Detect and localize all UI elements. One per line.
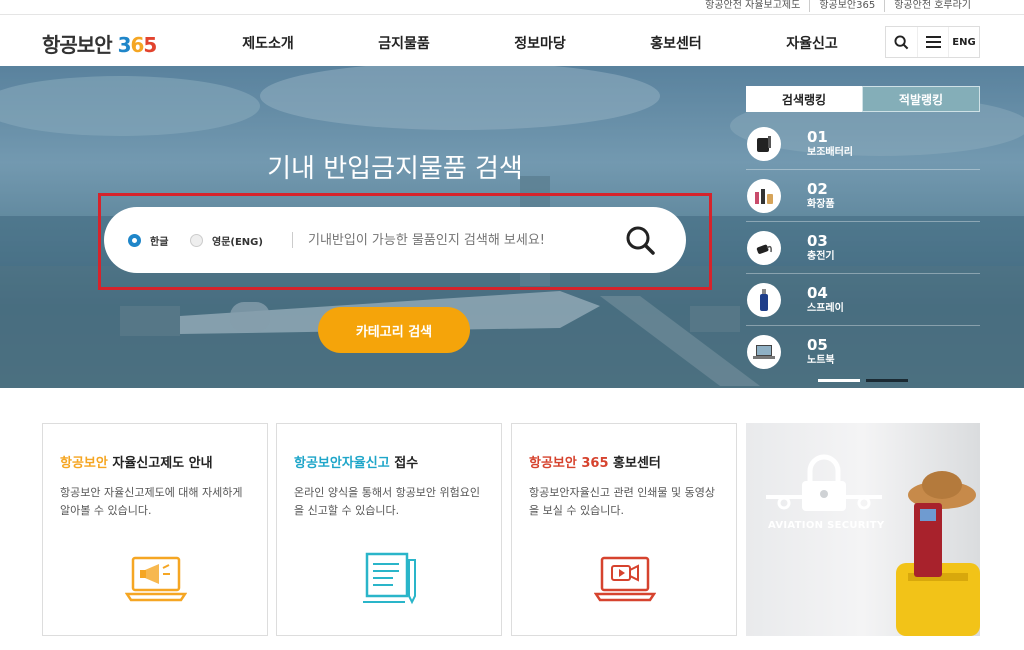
promo-label: AVIATION SECURITY bbox=[768, 520, 885, 531]
card-report-submission[interactable]: 항공보안자율신고 접수 온라인 양식을 통해서 항공보안 위험요인을 신고할 수… bbox=[276, 423, 502, 636]
card-pr-center[interactable]: 항공보안 365 홍보센터 항공보안자율신고 관련 인쇄물 및 동영상을 보실 … bbox=[511, 423, 737, 636]
ranking-tabs: 검색랭킹 적발랭킹 bbox=[746, 86, 980, 112]
nav-info-board[interactable]: 정보마당 bbox=[472, 33, 608, 53]
card-title: 항공보안 365 홍보센터 bbox=[529, 452, 661, 471]
tab-detection-ranking[interactable]: 적발랭킹 bbox=[862, 86, 980, 112]
rank-number: 01 bbox=[807, 127, 828, 146]
nav-self-report[interactable]: 자율신고 bbox=[744, 33, 880, 53]
rank-item-name: 노트북 bbox=[807, 355, 835, 366]
card-description: 항공보안자율신고 관련 인쇄물 및 동영상을 보실 수 있습니다. bbox=[529, 486, 716, 517]
card-description: 항공보안 자율신고제도에 대해 자세하게 알아볼 수 있습니다. bbox=[60, 486, 243, 517]
site-header: 항공보안 365 제도소개 금지물품 정보마당 홍보센터 자율신고 ENG bbox=[0, 14, 1024, 66]
charger-icon bbox=[747, 230, 781, 265]
card-title-rest: 홍보센터 bbox=[608, 456, 661, 471]
search-icon[interactable] bbox=[886, 27, 917, 57]
util-link-security365[interactable]: 항공보안365 bbox=[809, 0, 884, 12]
rank-item-name: 충전기 bbox=[807, 250, 835, 262]
card-title-highlight: 항공보안 bbox=[60, 456, 108, 471]
logo-digit-6: 6 bbox=[130, 33, 145, 57]
card-title-highlight: 항공보안자율신고 bbox=[294, 456, 390, 471]
logo-digit-5: 5 bbox=[143, 33, 157, 57]
item-search-bar: 한글 영문(ENG) bbox=[104, 207, 686, 273]
video-laptop-icon bbox=[593, 550, 657, 606]
util-link-whistle[interactable]: 항공안전 호루라기 bbox=[884, 0, 980, 12]
site-logo[interactable]: 항공보안 365 bbox=[42, 29, 157, 58]
nav-prohibited-items[interactable]: 금지물품 bbox=[336, 33, 472, 53]
rank-number: 05 bbox=[807, 336, 828, 354]
menu-icon[interactable] bbox=[917, 27, 948, 57]
megaphone-laptop-icon bbox=[124, 550, 188, 606]
rank-item-name: 화장품 bbox=[807, 198, 835, 210]
category-search-button[interactable]: 카테고리 검색 bbox=[318, 307, 470, 353]
rank-number: 02 bbox=[807, 179, 828, 198]
card-title: 항공보안 자율신고제도 안내 bbox=[60, 452, 213, 471]
tab-search-ranking[interactable]: 검색랭킹 bbox=[746, 86, 862, 112]
ranking-item[interactable]: 05 노트북 bbox=[746, 326, 980, 378]
radio-english-label: 영문(ENG) bbox=[212, 237, 263, 248]
ranking-list: 01 보조배터리 02 화장품 03 충전기 04 스프레이 05 노트북 bbox=[746, 118, 980, 378]
pager-dot-1[interactable] bbox=[818, 379, 860, 382]
hero-title: 기내 반입금지물품 검색 bbox=[267, 154, 523, 184]
rank-item-name: 스프레이 bbox=[807, 302, 844, 314]
radio-english[interactable]: 영문(ENG) bbox=[190, 233, 263, 248]
language-button[interactable]: ENG bbox=[948, 27, 979, 57]
rank-number: 03 bbox=[807, 231, 828, 250]
radio-english-dot bbox=[190, 234, 203, 247]
ranking-pager bbox=[818, 379, 914, 382]
header-buttons: ENG bbox=[885, 26, 980, 58]
card-title-highlight: 항공보안 365 bbox=[529, 456, 609, 471]
item-search-input[interactable] bbox=[308, 227, 608, 253]
utility-bar: 항공안전 자율보고제도 항공보안365 항공안전 호루라기 bbox=[0, 0, 1024, 14]
ranking-item[interactable]: 02 화장품 bbox=[746, 170, 980, 222]
card-title-rest: 자율신고제도 안내 bbox=[107, 456, 213, 471]
search-submit-icon[interactable] bbox=[624, 224, 658, 258]
ranking-item[interactable]: 03 충전기 bbox=[746, 222, 980, 274]
pager-dot-2[interactable] bbox=[866, 379, 908, 382]
util-link-aviation-safety[interactable]: 항공안전 자율보고제도 bbox=[696, 0, 809, 12]
aviation-security-banner[interactable]: AVIATION SECURITY bbox=[746, 423, 980, 636]
card-title-rest: 접수 bbox=[389, 456, 419, 471]
card-description: 온라인 양식을 통해서 항공보안 위험요인을 신고할 수 있습니다. bbox=[294, 486, 481, 517]
search-divider bbox=[292, 232, 293, 248]
ranking-item[interactable]: 01 보조배터리 bbox=[746, 118, 980, 170]
cosmetics-icon bbox=[747, 178, 781, 213]
radio-korean-label: 한글 bbox=[150, 237, 169, 248]
nav-pr-center[interactable]: 홍보센터 bbox=[608, 33, 744, 53]
power-bank-icon bbox=[747, 126, 781, 161]
ranking-item[interactable]: 04 스프레이 bbox=[746, 274, 980, 326]
document-pen-icon bbox=[359, 550, 421, 606]
nav-system-intro[interactable]: 제도소개 bbox=[200, 33, 336, 53]
hero-banner: 기내 반입금지물품 검색 한글 영문(ENG) 카테고리 검색 검색랭킹 적발랭… bbox=[0, 66, 1024, 388]
logo-digit-3: 3 bbox=[117, 33, 132, 57]
rank-number: 04 bbox=[807, 283, 828, 302]
laptop-icon bbox=[747, 335, 781, 369]
rank-item-name: 보조배터리 bbox=[807, 146, 853, 158]
radio-korean[interactable]: 한글 bbox=[128, 233, 168, 248]
main-nav: 제도소개 금지물품 정보마당 홍보센터 자율신고 bbox=[200, 33, 880, 53]
logo-text: 항공보안 bbox=[42, 33, 113, 57]
spray-icon bbox=[747, 282, 781, 317]
radio-korean-dot bbox=[128, 234, 141, 247]
card-title: 항공보안자율신고 접수 bbox=[294, 452, 418, 471]
card-system-guide[interactable]: 항공보안 자율신고제도 안내 항공보안 자율신고제도에 대해 자세하게 알아볼 … bbox=[42, 423, 268, 636]
